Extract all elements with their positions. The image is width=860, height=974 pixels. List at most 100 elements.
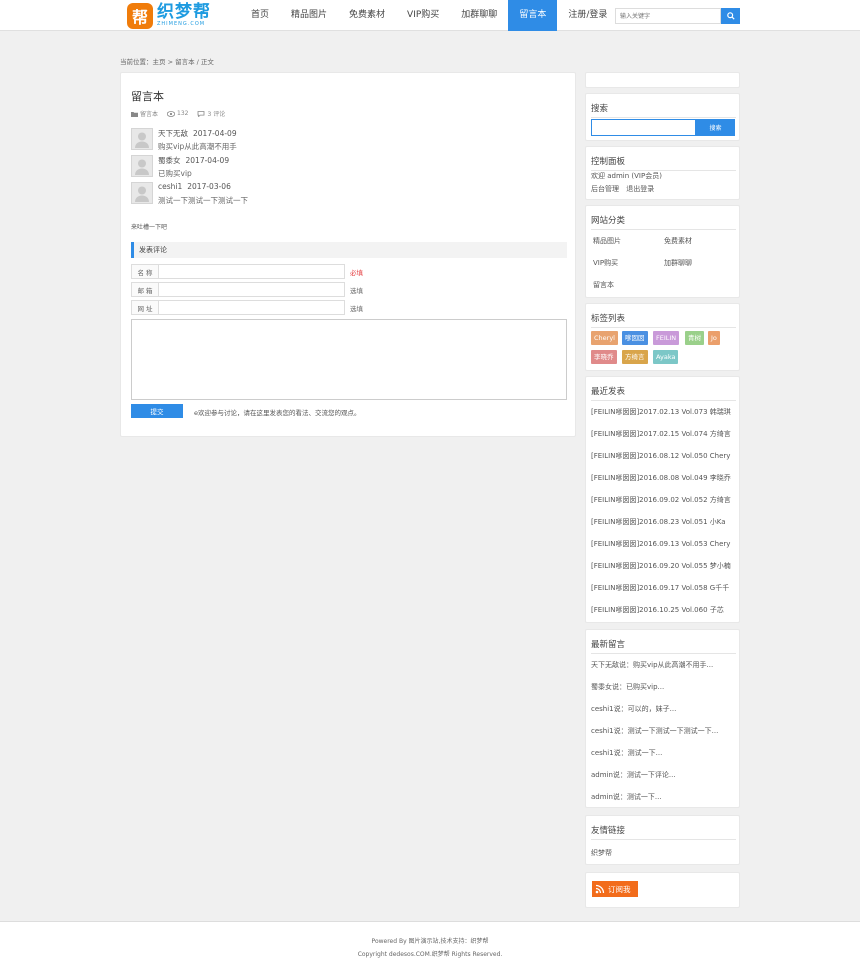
top-navbar: 帮 织梦帮 ZHIMENG.COM 首页 精品图片 免费素材 VIP购买 加群聊… xyxy=(0,0,860,31)
tags-title: 标签列表 xyxy=(591,312,736,328)
nav-item-home[interactable]: 首页 xyxy=(240,0,280,31)
folder-icon xyxy=(131,111,138,117)
tag-item[interactable]: Cheryl xyxy=(591,331,618,345)
search-icon xyxy=(726,12,735,20)
category-item[interactable]: 留言本 xyxy=(593,280,614,290)
url-input[interactable] xyxy=(159,300,345,315)
recent-post-link[interactable]: [FEILIN嗲囡囡]2016.08.12 Vol.050 Chery xyxy=(591,451,736,461)
sidebar-friend-links: 友情链接 织梦帮 xyxy=(585,815,740,865)
sidebar-control-panel: 控制面板 欢迎 admin (VIP会员) 后台管理 退出登录 xyxy=(585,146,740,200)
sidebar-search-title: 搜索 xyxy=(591,102,736,118)
avatar xyxy=(131,155,153,177)
latest-comment-link[interactable]: 天下无敌说：购买vip从此高潮不用手... xyxy=(591,660,736,670)
recent-posts-title: 最近发表 xyxy=(591,385,736,401)
email-label: 邮 箱 xyxy=(131,282,159,297)
latest-comment-link[interactable]: admin说：测试一下... xyxy=(591,792,736,802)
user-icon xyxy=(135,132,149,148)
message-author[interactable]: 天下无敌 xyxy=(158,129,188,138)
sidebar-top-blank xyxy=(585,72,740,88)
welcome-text: 欢迎 admin (VIP会员) xyxy=(591,172,662,180)
recent-post-link[interactable]: [FEILIN嗲囡囡]2016.09.13 Vol.053 Chery xyxy=(591,539,736,549)
header-search-input[interactable] xyxy=(615,8,721,24)
message-text: 购买vip从此高潮不用手 xyxy=(158,142,237,151)
sidebar-recent-posts: 最近发表 [FEILIN嗲囡囡]2017.02.13 Vol.073 韩瑞琪 [… xyxy=(585,376,740,623)
message-item: 天下无敌 2017-04-09 购买vip从此高潮不用手 xyxy=(131,128,531,151)
category-item[interactable]: VIP购买 xyxy=(593,258,618,268)
latest-comment-link[interactable]: 蜀黍女说：已购买vip... xyxy=(591,682,736,692)
submit-button[interactable]: 提交 xyxy=(131,404,183,418)
comment-textarea[interactable] xyxy=(131,319,567,400)
header-search-button[interactable] xyxy=(721,8,740,24)
message-date: 2017-04-09 xyxy=(193,129,237,138)
user-icon xyxy=(135,159,149,175)
sidebar-tags: 标签列表 Cheryl 嗲囡囡 FEILIN 青树 Jo 李晓乔 方绮言 Aya… xyxy=(585,303,740,371)
email-row: 邮 箱 选填 xyxy=(131,282,363,297)
rss-icon xyxy=(595,884,605,894)
submit-note: e欢迎参与讨论，请在这里发表您的看法、交流您的观点。 xyxy=(194,409,361,417)
email-input[interactable] xyxy=(159,282,345,297)
tag-item[interactable]: Jo xyxy=(708,331,720,345)
sidebar-search-input[interactable] xyxy=(591,119,696,136)
recent-post-link[interactable]: [FEILIN嗲囡囡]2016.10.25 Vol.060 子芯 xyxy=(591,605,736,615)
latest-comment-link[interactable]: admin说：测试一下评论... xyxy=(591,770,736,780)
recent-post-link[interactable]: [FEILIN嗲囡囡]2016.09.20 Vol.055 梦小楠 xyxy=(591,561,736,571)
user-icon xyxy=(135,186,149,202)
rss-label: 订阅我 xyxy=(608,884,631,894)
meta-category[interactable]: 留言本 xyxy=(140,109,158,118)
rss-subscribe-button[interactable]: 订阅我 xyxy=(592,881,638,897)
tag-item[interactable]: FEILIN xyxy=(653,331,680,345)
category-item[interactable]: 加群聊聊 xyxy=(664,258,692,268)
categories-title: 网站分类 xyxy=(591,214,736,230)
page-title: 留言本 xyxy=(131,90,164,103)
sidebar-latest-comments: 最新留言 天下无敌说：购买vip从此高潮不用手... 蜀黍女说：已购买vip..… xyxy=(585,629,740,808)
nav-item-free[interactable]: 免费素材 xyxy=(338,0,396,31)
tag-item[interactable]: 李晓乔 xyxy=(591,350,617,364)
avatar xyxy=(131,128,153,150)
latest-comment-link[interactable]: ceshi1说：测试一下测试一下测试一下... xyxy=(591,726,736,736)
recent-post-link[interactable]: [FEILIN嗲囡囡]2016.08.23 Vol.051 小Ka xyxy=(591,517,736,527)
nav-item-login[interactable]: 注册/登录 xyxy=(557,0,618,31)
tag-item[interactable]: 青树 xyxy=(685,331,704,345)
site-logo[interactable]: 帮 织梦帮 ZHIMENG.COM xyxy=(127,2,222,29)
friend-links-title: 友情链接 xyxy=(591,824,736,840)
message-author[interactable]: ceshi1 xyxy=(158,182,182,191)
avatar xyxy=(131,182,153,204)
comment-form-title: 发表评论 xyxy=(131,242,567,258)
footer: Powered By 图片演示站,技术支持：织梦帮 Copyright dede… xyxy=(0,921,860,974)
nav-item-photos[interactable]: 精品图片 xyxy=(280,0,338,31)
recent-post-link[interactable]: [FEILIN嗲囡囡]2016.08.08 Vol.049 李晓乔 xyxy=(591,473,736,483)
category-item[interactable]: 免费素材 xyxy=(664,236,692,246)
header-search xyxy=(615,8,740,24)
nav-item-guestbook[interactable]: 留言本 xyxy=(508,0,558,31)
name-input[interactable] xyxy=(159,264,345,279)
friend-link[interactable]: 织梦帮 xyxy=(591,848,736,858)
sidebar-search-button[interactable]: 搜索 xyxy=(696,119,735,136)
footer-powered: Powered By 图片演示站,技术支持：织梦帮 xyxy=(371,938,489,945)
message-item: ceshi1 2017-03-06 测试一下测试一下测试一下 xyxy=(131,182,531,205)
admin-link[interactable]: 后台管理 xyxy=(591,185,619,193)
message-author[interactable]: 蜀黍女 xyxy=(158,156,181,165)
comment-icon xyxy=(198,110,205,117)
logo-text: 织梦帮 xyxy=(157,2,211,22)
recent-post-link[interactable]: [FEILIN嗲囡囡]2017.02.13 Vol.073 韩瑞琪 xyxy=(591,407,736,417)
message-text: 测试一下测试一下测试一下 xyxy=(158,196,248,205)
tag-item[interactable]: 嗲囡囡 xyxy=(622,331,648,345)
guestbook-card: 留言本 留言本 132 3 评论 天下无敌 2017-04-09 购买vip从此高… xyxy=(120,72,576,437)
tag-item[interactable]: Ayaka xyxy=(653,350,679,364)
control-panel-title: 控制面板 xyxy=(591,155,736,171)
recent-post-link[interactable]: [FEILIN嗲囡囡]2016.09.02 Vol.052 方绮言 xyxy=(591,495,736,505)
recent-post-link[interactable]: [FEILIN嗲囡囡]2017.02.15 Vol.074 方绮言 xyxy=(591,429,736,439)
latest-comment-link[interactable]: ceshi1说：可以的，妹子... xyxy=(591,704,736,714)
message-date: 2017-04-09 xyxy=(185,156,230,165)
message-item: 蜀黍女 2017-04-09 已购买vip xyxy=(131,155,531,178)
sidebar-categories: 网站分类 精品图片 免费素材 VIP购买 加群聊聊 留言本 xyxy=(585,205,740,298)
logout-link[interactable]: 退出登录 xyxy=(626,185,654,193)
latest-comment-link[interactable]: ceshi1说：测试一下... xyxy=(591,748,736,758)
post-meta: 留言本 132 3 评论 xyxy=(131,109,225,118)
nav-item-group[interactable]: 加群聊聊 xyxy=(450,0,508,31)
category-item[interactable]: 精品图片 xyxy=(593,236,621,246)
recent-post-link[interactable]: [FEILIN嗲囡囡]2016.09.17 Vol.058 G千千 xyxy=(591,583,736,593)
name-hint: 必填 xyxy=(350,268,363,277)
tag-item[interactable]: 方绮言 xyxy=(622,350,648,364)
nav-item-vip[interactable]: VIP购买 xyxy=(396,0,450,31)
